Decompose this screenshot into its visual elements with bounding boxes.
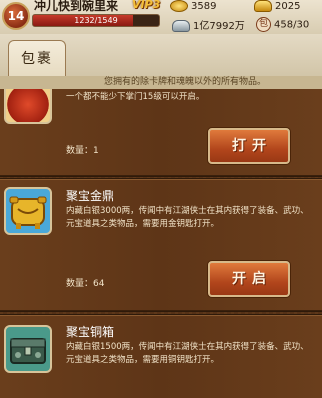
gold-cauldron-icon bbox=[4, 187, 52, 235]
open-button[interactable]: 开启 bbox=[208, 261, 290, 297]
list-item: 聚宝金鼎 内藏白银3000两，传闻中有江湖侠士在其内获得了装备、武功、元宝道具之… bbox=[0, 178, 322, 312]
list-item: 一个都不能少下掌门15级可以开启。 数量：1 打开 bbox=[0, 89, 322, 177]
gold-ingot-icon bbox=[254, 0, 272, 12]
item-quantity: 数量：1 bbox=[66, 146, 99, 156]
tab-hint: 您拥有的除卡牌和魂魄以外的所有物品。 bbox=[0, 76, 322, 89]
money-value: 1亿7992万 bbox=[193, 21, 245, 32]
red-chest-icon bbox=[4, 89, 52, 124]
bag-icon: 包 bbox=[256, 17, 271, 32]
silver-value: 3589 bbox=[191, 1, 217, 12]
silver-ingot-icon bbox=[172, 20, 190, 32]
gold-counter: 2025 bbox=[254, 0, 300, 12]
level-badge[interactable]: 14 bbox=[2, 2, 30, 30]
list-item: 聚宝铜箱 内藏白银1500两，传闻中有江湖侠士在其内获得了装备、武功、元宝道具之… bbox=[0, 314, 322, 398]
gold-value: 2025 bbox=[275, 1, 301, 12]
item-list[interactable]: 一个都不能少下掌门15级可以开启。 数量：1 打开 聚宝金鼎 内藏白银3000两… bbox=[0, 89, 322, 398]
player-name: 冲儿快到碗里来 bbox=[34, 0, 119, 13]
item-description: 内藏白银3000两，传闻中有江湖侠士在其内获得了装备、武功、元宝道具之类物品，需… bbox=[66, 206, 309, 229]
item-name: 聚宝金鼎 bbox=[66, 189, 115, 203]
bronze-chest-icon bbox=[4, 325, 52, 373]
bag-counter: 包 458/30 bbox=[256, 17, 309, 32]
tab-strip: 包裹 bbox=[0, 34, 322, 82]
item-name: 聚宝铜箱 bbox=[66, 325, 115, 339]
item-description: 内藏白银1500两，传闻中有江湖侠士在其内获得了装备、武功、元宝道具之类物品，需… bbox=[66, 342, 309, 365]
silver-counter: 3589 bbox=[170, 0, 216, 12]
item-description: 一个都不能少下掌门15级可以开启。 bbox=[66, 92, 205, 102]
bag-count: 458/30 bbox=[274, 19, 310, 31]
top-status-bar: 14 冲儿快到碗里来 VIP3 1232/1549 3589 2025 1亿79… bbox=[0, 0, 322, 34]
exp-bar: 1232/1549 bbox=[32, 14, 160, 27]
coin-icon bbox=[170, 0, 188, 12]
exp-text: 1232/1549 bbox=[74, 16, 118, 25]
vip-badge[interactable]: VIP3 bbox=[132, 0, 160, 11]
money-counter: 1亿7992万 bbox=[172, 17, 245, 32]
open-button[interactable]: 打开 bbox=[208, 128, 290, 164]
item-quantity: 数量：64 bbox=[66, 279, 105, 289]
